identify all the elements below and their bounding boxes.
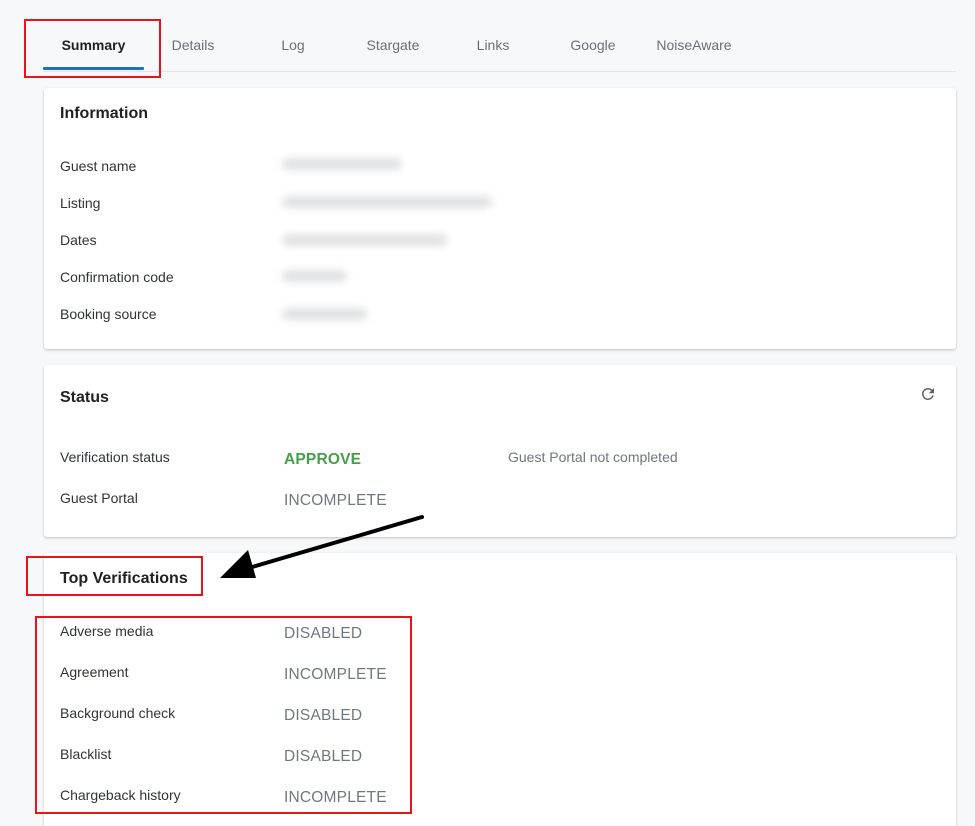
confirmation-code-label: Confirmation code (60, 269, 174, 285)
tab-noiseaware[interactable]: NoiseAware (648, 22, 740, 72)
tab-google[interactable]: Google (548, 22, 638, 72)
adverse-media-label: Adverse media (60, 623, 154, 639)
tab-links[interactable]: Links (453, 22, 533, 72)
listing-value-redacted (282, 196, 492, 208)
tab-summary[interactable]: Summary (43, 22, 144, 72)
blacklist-value: DISABLED (284, 748, 363, 765)
status-card: Status Verification status APPROVE Guest… (44, 365, 956, 537)
active-tab-indicator (43, 67, 144, 70)
booking-source-label: Booking source (60, 306, 157, 322)
refresh-icon[interactable] (919, 385, 937, 403)
guest-portal-note: Guest Portal not completed (508, 449, 678, 465)
page: Summary Details Log Stargate Links Googl… (0, 0, 975, 826)
tab-stargate[interactable]: Stargate (348, 22, 438, 72)
tab-bar: Summary Details Log Stargate Links Googl… (43, 22, 956, 72)
blacklist-label: Blacklist (60, 746, 112, 762)
booking-source-value-redacted (282, 308, 367, 320)
guest-name-label: Guest name (60, 158, 137, 174)
agreement-value: INCOMPLETE (284, 666, 387, 683)
background-check-label: Background check (60, 705, 176, 721)
guest-portal-label: Guest Portal (60, 490, 138, 506)
verification-status-value: APPROVE (284, 451, 362, 468)
confirmation-code-value-redacted (282, 270, 347, 282)
top-verifications-title: Top Verifications (60, 570, 188, 587)
dates-label: Dates (60, 232, 97, 248)
chargeback-history-label: Chargeback history (60, 787, 181, 803)
top-verifications-card: Top Verifications Adverse media DISABLED… (44, 553, 956, 826)
tab-log[interactable]: Log (253, 22, 333, 72)
information-card: Information Guest name Listing Dates Con… (44, 88, 956, 349)
adverse-media-value: DISABLED (284, 625, 363, 642)
chargeback-history-value: INCOMPLETE (284, 789, 387, 806)
guest-portal-value: INCOMPLETE (284, 492, 387, 509)
dates-value-redacted (282, 234, 447, 246)
listing-label: Listing (60, 195, 101, 211)
background-check-value: DISABLED (284, 707, 363, 724)
tab-details[interactable]: Details (144, 22, 242, 72)
status-title: Status (60, 389, 109, 406)
guest-name-value-redacted (282, 158, 402, 170)
agreement-label: Agreement (60, 664, 129, 680)
information-title: Information (60, 105, 148, 122)
verification-status-label: Verification status (60, 449, 170, 465)
